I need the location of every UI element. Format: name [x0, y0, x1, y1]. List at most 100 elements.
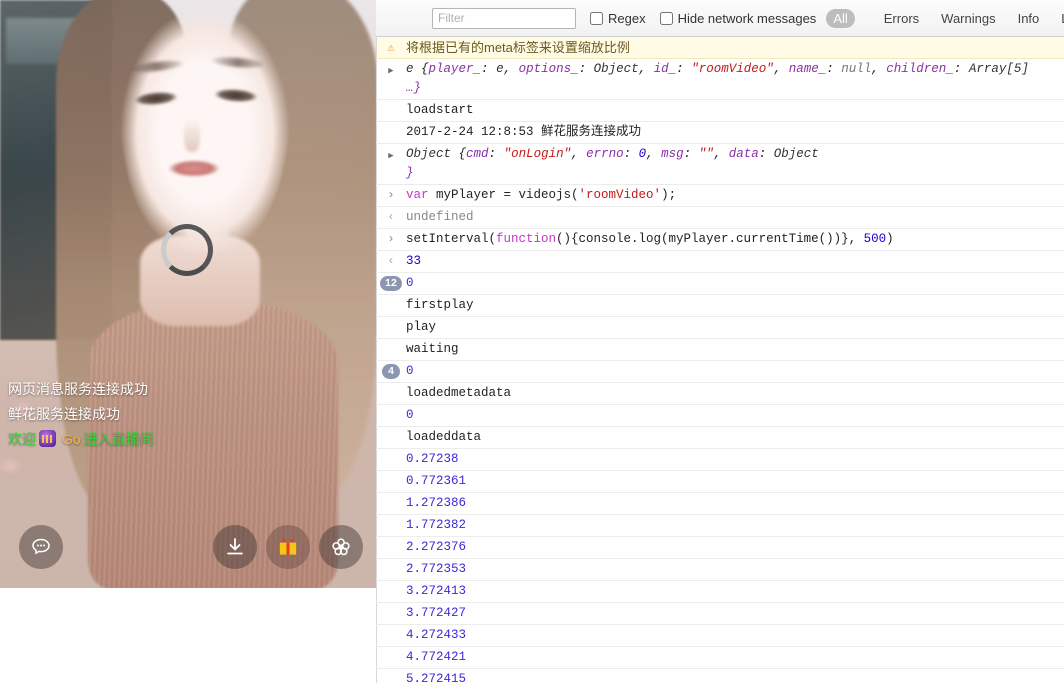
token: , — [571, 147, 586, 161]
level-filter-warnings[interactable]: Warnings — [934, 9, 1002, 28]
console-row[interactable]: 1.272386 — [376, 493, 1064, 515]
console-row-content: 33 — [406, 252, 1064, 271]
token: options_ — [519, 62, 579, 76]
token: { — [459, 147, 467, 161]
console-row-gutter: 12 — [376, 274, 406, 291]
console-row[interactable]: 4.772421 — [376, 647, 1064, 669]
repeat-count-badge: 4 — [382, 364, 400, 379]
log-value: 0 — [406, 408, 414, 422]
console-row[interactable]: ‹undefined — [376, 207, 1064, 229]
regex-checkbox[interactable] — [590, 12, 603, 25]
regex-checkbox-row[interactable]: Regex — [590, 11, 646, 26]
console-row-content: waiting — [406, 340, 1064, 359]
console-row[interactable]: 4.272433 — [376, 625, 1064, 647]
token: errno — [586, 147, 624, 161]
console-row[interactable]: 2017-2-24 12:8:53 鲜花服务连接成功 — [376, 122, 1064, 144]
gift-button[interactable] — [266, 525, 310, 569]
console-row-content: 1.772382 — [406, 516, 1064, 535]
log-value: 4.772421 — [406, 650, 466, 664]
log-value: 0.27238 — [406, 452, 459, 466]
console-row[interactable]: loadstart — [376, 100, 1064, 122]
token: (){console.log(myPlayer.currentTime())}, — [556, 232, 864, 246]
console-row[interactable]: 2.272376 — [376, 537, 1064, 559]
console-row[interactable]: loadedmetadata — [376, 383, 1064, 405]
object-preview-tail: } — [406, 164, 1058, 183]
console-row[interactable]: ▶ Object {cmd: "onLogin", errno: 0, msg: … — [376, 144, 1064, 185]
console-row[interactable]: ›setInterval(function(){console.log(myPl… — [376, 229, 1064, 251]
output-arrow-icon: ‹ — [387, 210, 394, 224]
log-value: 0 — [406, 276, 414, 290]
log-value: 3.772427 — [406, 606, 466, 620]
console-row-content: firstplay — [406, 296, 1064, 315]
console-row[interactable]: 3.272413 — [376, 581, 1064, 603]
console-row[interactable]: 2.772353 — [376, 559, 1064, 581]
level-filter-info[interactable]: Info — [1011, 9, 1047, 28]
console-row[interactable]: 120 — [376, 273, 1064, 295]
console-row[interactable]: 0 — [376, 405, 1064, 427]
console-row-content: 0.27238 — [406, 450, 1064, 469]
level-filter-errors[interactable]: Errors — [877, 9, 926, 28]
filter-input[interactable] — [432, 8, 576, 29]
chat-message: 网页消息服务连接成功 — [8, 377, 368, 402]
token: function — [496, 232, 556, 246]
console-row-content: Object {cmd: "onLogin", errno: 0, msg: "… — [406, 145, 1064, 183]
console-row[interactable]: ▶e {player_: e, options_: Object, id_: "… — [376, 59, 1064, 100]
console-row-gutter — [376, 428, 406, 430]
console-row-content: 2017-2-24 12:8:53 鲜花服务连接成功 — [406, 123, 1064, 142]
token: var — [406, 188, 436, 202]
console-row-gutter: ‹ — [376, 208, 406, 224]
token: : — [826, 62, 841, 76]
console-row[interactable]: play — [376, 317, 1064, 339]
console-row-content: 4.272433 — [406, 626, 1064, 645]
console-row[interactable]: 0.772361 — [376, 471, 1064, 493]
live-video-panel[interactable]: 网页消息服务连接成功 鲜花服务连接成功 欢迎Go进入直播间 — [0, 0, 376, 588]
console-row[interactable]: 5.272415 — [376, 669, 1064, 683]
console-row[interactable]: firstplay — [376, 295, 1064, 317]
token: { — [421, 62, 429, 76]
console-toolbar: Regex Hide network messages All Errors W… — [376, 0, 1064, 37]
subject-nose — [184, 118, 200, 152]
console-row[interactable]: 1.772382 — [376, 515, 1064, 537]
console-row[interactable]: 40 — [376, 361, 1064, 383]
token: "onLogin" — [504, 147, 572, 161]
token: "" — [699, 147, 714, 161]
warning-icon: ⚠ — [376, 38, 406, 55]
console-row[interactable]: ›var myPlayer = videojs('roomVideo'); — [376, 185, 1064, 207]
loading-spinner-icon — [161, 224, 213, 276]
console-row[interactable]: 0.27238 — [376, 449, 1064, 471]
flower-button[interactable] — [319, 525, 363, 569]
console-row[interactable]: ‹33 — [376, 251, 1064, 273]
log-value: 3.272413 — [406, 584, 466, 598]
log-value: 0.772361 — [406, 474, 466, 488]
log-value: 1.772382 — [406, 518, 466, 532]
console-row[interactable]: ⚠将根据已有的meta标签来设置缩放比例 — [376, 37, 1064, 59]
token: 33 — [406, 254, 421, 268]
chat-welcome-message: 欢迎Go进入直播间 — [8, 427, 368, 452]
console-row[interactable]: loadeddata — [376, 427, 1064, 449]
chat-button[interactable] — [19, 525, 63, 569]
disclosure-triangle-icon[interactable]: ▶ — [388, 62, 393, 81]
token: Object — [774, 147, 819, 161]
console-row-gutter — [376, 406, 406, 408]
token: player_ — [429, 62, 482, 76]
hide-network-checkbox-row[interactable]: Hide network messages — [660, 11, 817, 26]
disclosure-triangle-icon[interactable]: ▶ — [388, 147, 393, 166]
console-row-gutter — [376, 123, 406, 125]
token: Object — [406, 147, 459, 161]
level-filter-logs[interactable]: Logs — [1054, 9, 1064, 28]
token: , — [504, 62, 519, 76]
download-button[interactable] — [213, 525, 257, 569]
console-row-content: 0 — [406, 274, 1064, 293]
token: : — [489, 147, 504, 161]
console-row-gutter — [376, 560, 406, 562]
devtools-console-panel: Regex Hide network messages All Errors W… — [376, 0, 1064, 683]
token: cmd — [466, 147, 489, 161]
console-message-list[interactable]: ⚠将根据已有的meta标签来设置缩放比例▶e {player_: e, opti… — [376, 37, 1064, 683]
console-row-gutter: ▶ — [376, 145, 406, 166]
level-filter-all[interactable]: All — [826, 9, 854, 28]
console-row-content: 将根据已有的meta标签来设置缩放比例 — [406, 38, 1064, 57]
token: id_ — [654, 62, 677, 76]
hide-network-checkbox[interactable] — [660, 12, 673, 25]
console-row[interactable]: 3.772427 — [376, 603, 1064, 625]
console-row[interactable]: waiting — [376, 339, 1064, 361]
